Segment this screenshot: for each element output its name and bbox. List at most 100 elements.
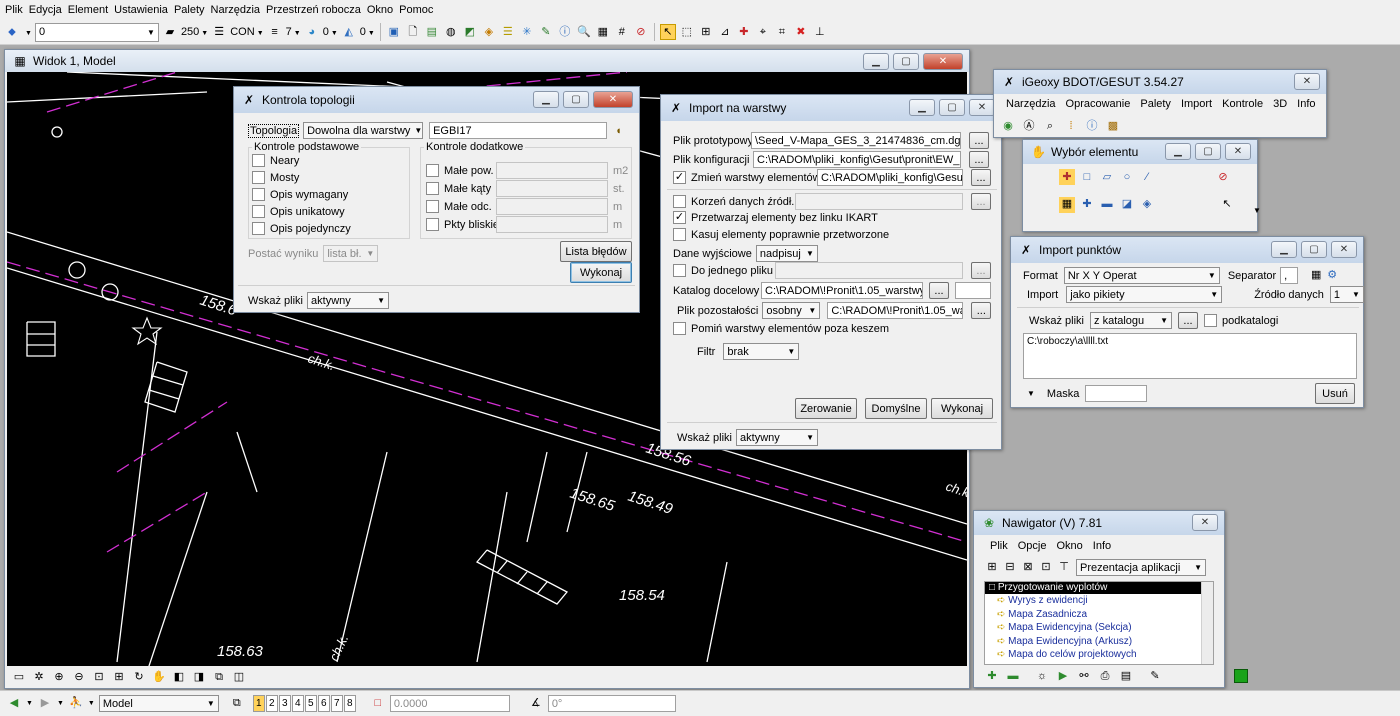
view-number-button[interactable]: 4 [291, 695, 304, 712]
close-button[interactable]: ✕ [593, 91, 633, 108]
target-dir-field[interactable]: C:\RADOM\!Pronit\1.05_warstwy_ [761, 282, 923, 299]
browse-rest-button[interactable]: ... [971, 302, 992, 319]
more-dropdown-icon[interactable]: ▼ [1253, 206, 1261, 215]
copy-view-icon[interactable]: ⧉ [211, 669, 227, 685]
source-select[interactable]: 1 [1329, 286, 1364, 303]
sun-icon[interactable]: ☼ [1034, 668, 1050, 684]
neary-checkbox[interactable] [252, 154, 265, 167]
window-area-icon[interactable]: ⊡ [91, 669, 107, 685]
nav-tool-icon[interactable]: ⊤ [1056, 560, 1072, 576]
active-element-icon[interactable]: ⬥ [4, 24, 20, 40]
rotate-view-icon[interactable]: ↻ [131, 669, 147, 685]
color-combo[interactable]: 0 [323, 26, 338, 38]
person-icon[interactable]: ⛹ [68, 696, 84, 712]
close-points-field[interactable] [496, 216, 608, 233]
tree-item[interactable]: ➪ Mapa Zasadnicza [985, 608, 1213, 622]
close-button[interactable]: ✕ [1294, 73, 1320, 90]
navigator-mode-select[interactable]: Prezentacja aplikacji [1076, 559, 1206, 576]
tree-item[interactable]: ➪ Mapa do celów projektowych [985, 648, 1213, 662]
run-button[interactable]: Wykonaj [931, 398, 993, 419]
deselect-icon[interactable]: ⊘ [1215, 169, 1231, 185]
fit-view-icon[interactable]: ⊞ [111, 669, 127, 685]
nav-tool-icon[interactable]: ⊡ [1038, 560, 1054, 576]
topology-code-field[interactable]: EGBI17 [429, 122, 608, 139]
coordinate-field[interactable]: 0.0000 [389, 695, 510, 712]
process-without-link-checkbox[interactable]: ✓ [673, 211, 686, 224]
table-icon[interactable]: ▦ [1308, 268, 1324, 284]
maximize-button[interactable]: ▢ [1195, 143, 1221, 160]
igeoxy-menu-item[interactable]: Info [1297, 98, 1315, 110]
files-select[interactable]: aktywny [736, 429, 819, 446]
subdirs-checkbox[interactable] [1204, 314, 1218, 327]
view-number-button[interactable]: 3 [278, 695, 291, 712]
igeoxy-menu-item[interactable]: Kontrole [1222, 98, 1263, 110]
view-number-button[interactable]: 5 [304, 695, 317, 712]
modify-icon[interactable]: ⌗ [774, 24, 790, 40]
nav-tool-icon[interactable]: ⊠ [1020, 560, 1036, 576]
grid-icon[interactable]: ▦ [595, 24, 611, 40]
camera-icon[interactable]: ◫ [231, 669, 247, 685]
mode-new-icon[interactable]: ▦ [1059, 196, 1075, 213]
view-number-button[interactable]: 2 [265, 695, 278, 712]
hash-icon[interactable]: # [614, 24, 630, 40]
menu-item[interactable]: Ustawienia [114, 4, 168, 16]
view-number-button[interactable]: 8 [343, 695, 356, 712]
views-icon[interactable]: ⧉ [229, 696, 245, 712]
small-area-field[interactable] [496, 162, 608, 179]
igeoxy-menu-item[interactable]: Opracowanie [1066, 98, 1131, 110]
snap-icon[interactable]: ⌖ [755, 24, 771, 40]
config-file-field[interactable]: C:\RADOM\pliki_konfig\Gesut\pronit\EW_ko [753, 151, 961, 168]
search-icon[interactable]: ⌕ [1042, 118, 1058, 134]
mosty-checkbox[interactable] [252, 171, 265, 184]
minimize-button[interactable]: ▁ [1165, 143, 1191, 160]
tree-scrollbar[interactable] [1201, 582, 1213, 664]
move-icon[interactable]: ⊞ [698, 24, 714, 40]
view-number-button[interactable]: 6 [317, 695, 330, 712]
select-circle-icon[interactable]: ○ [1119, 169, 1135, 185]
save-icon[interactable]: ▤ [1118, 668, 1134, 684]
measure-icon[interactable]: ⊿ [717, 24, 733, 40]
root-checkbox[interactable] [673, 195, 686, 208]
rest-mode-select[interactable]: osobny [762, 302, 821, 319]
help-icon[interactable]: ⓘ [1084, 118, 1100, 134]
browse-single-button[interactable]: ... [971, 262, 991, 279]
select-line-icon[interactable]: ⁄ [1139, 169, 1155, 185]
close-button[interactable]: ✕ [969, 99, 995, 116]
view-attributes-icon[interactable]: ▭ [11, 669, 27, 685]
mode-clear-icon[interactable]: ◈ [1139, 197, 1155, 213]
view-icon[interactable]: ▣ [386, 24, 402, 40]
small-segment-checkbox[interactable] [426, 200, 439, 213]
point-icon[interactable]: ✚ [736, 24, 752, 40]
menu-item[interactable]: Pomoc [399, 4, 433, 16]
tree-item[interactable]: ➪ Mapa Ewidencyjna (Sekcja) [985, 621, 1213, 635]
mode-subtract-icon[interactable]: ▬ [1099, 197, 1115, 213]
menu-item[interactable]: Okno [367, 4, 393, 16]
small-angle-field[interactable] [496, 180, 608, 197]
text-icon[interactable]: Ⓐ [1021, 118, 1037, 134]
opis-wymagany-checkbox[interactable] [252, 188, 265, 201]
settings-icon[interactable]: ⚙ [1324, 268, 1340, 284]
mode-add-icon[interactable]: ✚ [1079, 197, 1095, 213]
document-icon[interactable]: 🗋 [405, 24, 421, 40]
navigator-menu-item[interactable]: Okno [1056, 540, 1082, 552]
forward-icon[interactable]: ▶ [37, 696, 53, 712]
rest-file-field[interactable]: C:\RADOM\!Pronit\1.05_war [827, 302, 964, 319]
tree-header[interactable]: □ Przygotowanie wyplotów [985, 582, 1213, 594]
print-icon[interactable]: ⎙ [1097, 668, 1113, 684]
browse-target-button[interactable]: ... [929, 282, 949, 299]
selection-box-icon[interactable]: ⬚ [679, 24, 695, 40]
output-mode-select[interactable]: nadpisuj [755, 245, 818, 262]
delete-processed-checkbox[interactable] [673, 228, 686, 241]
navigator-menu-item[interactable]: Opcje [1018, 540, 1047, 552]
menu-item[interactable]: Element [68, 4, 108, 16]
tree-item[interactable]: ➪ Mapa Ewidencyjna (Arkusz) [985, 635, 1213, 649]
line-style-combo[interactable]: CON [230, 26, 263, 38]
browse-button[interactable]: ... [1178, 312, 1199, 329]
opis-unikatowy-checkbox[interactable] [252, 205, 265, 218]
defaults-button[interactable]: Domyślne [865, 398, 927, 419]
mode-invert-icon[interactable]: ◪ [1119, 197, 1135, 213]
topology-type-select[interactable]: Dowolna dla warstwy [303, 122, 424, 139]
change-layers-checkbox[interactable]: ✓ [673, 171, 686, 184]
image-icon[interactable]: ▤ [424, 24, 440, 40]
close-button[interactable]: ✕ [1331, 241, 1357, 258]
